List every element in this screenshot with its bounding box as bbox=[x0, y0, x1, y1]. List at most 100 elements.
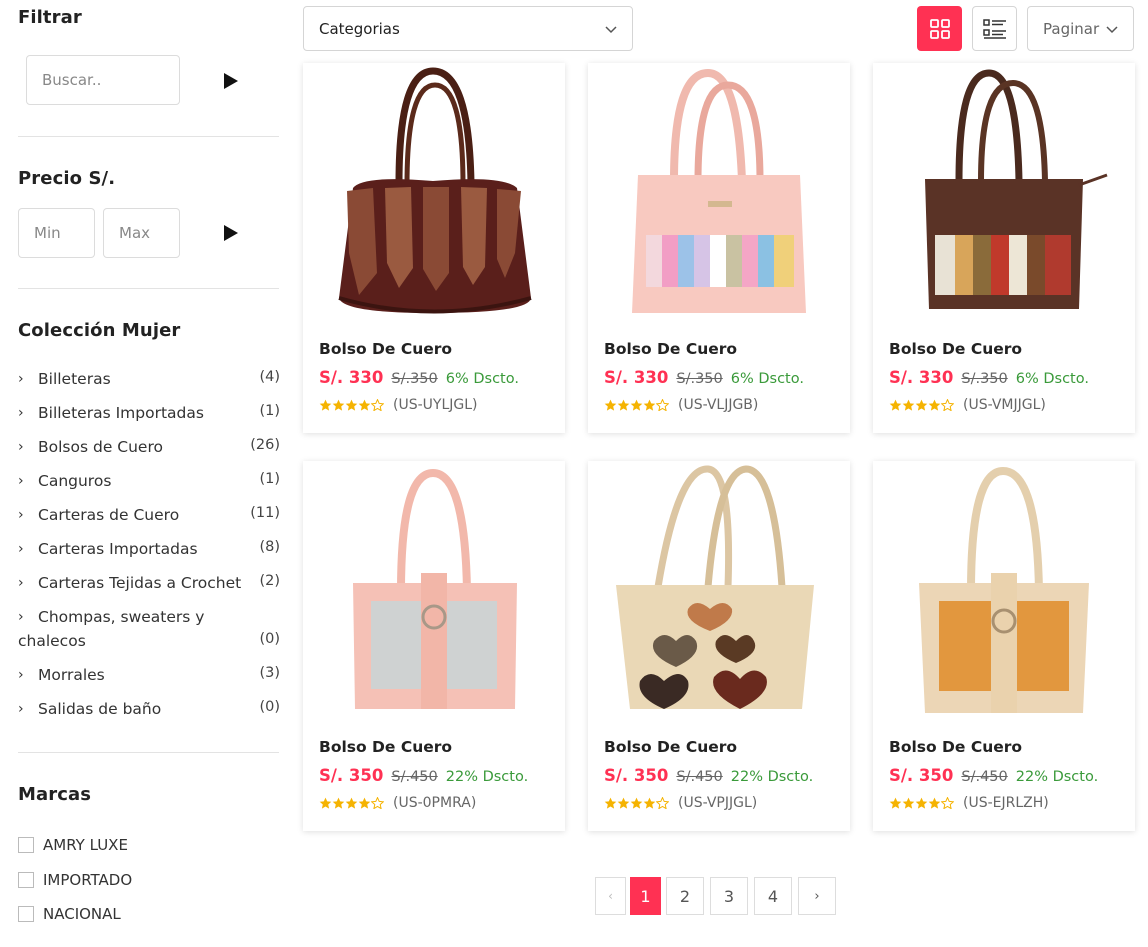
rating-row: (US-VMJJGL) bbox=[889, 397, 1046, 413]
star-icon bbox=[345, 797, 358, 809]
product-name[interactable]: Bolso De Cuero bbox=[319, 340, 452, 358]
product-card[interactable]: Bolso De Cuero S/. 350 S/.450 22% Dscto.… bbox=[303, 461, 565, 831]
product-image[interactable] bbox=[303, 461, 565, 726]
product-price: S/. 330 bbox=[319, 368, 384, 387]
product-old-price: S/.350 bbox=[391, 371, 438, 387]
product-code: (US-VPJJGL) bbox=[678, 795, 758, 811]
star-icon bbox=[915, 399, 928, 411]
chevron-right-icon: › bbox=[18, 701, 24, 717]
product-card[interactable]: Bolso De Cuero S/. 330 S/.350 6% Dscto. … bbox=[873, 63, 1135, 433]
star-rating bbox=[889, 797, 954, 809]
price-row: S/. 330 S/.350 6% Dscto. bbox=[319, 368, 519, 387]
category-item[interactable]: › Bolsos de Cuero (26) bbox=[18, 433, 280, 467]
product-image[interactable] bbox=[588, 461, 850, 726]
brands-title: Marcas bbox=[18, 784, 92, 805]
paginate-select[interactable]: Paginar bbox=[1027, 6, 1134, 51]
category-select[interactable]: Categorias bbox=[303, 6, 633, 51]
star-icon bbox=[889, 399, 902, 411]
star-rating bbox=[319, 399, 384, 411]
chevron-right-icon: › bbox=[18, 405, 24, 421]
search-submit-icon[interactable] bbox=[223, 72, 239, 90]
star-icon bbox=[941, 797, 954, 809]
chevron-right-icon: › bbox=[18, 507, 24, 523]
product-name[interactable]: Bolso De Cuero bbox=[889, 340, 1022, 358]
list-view-button[interactable] bbox=[972, 6, 1017, 51]
product-discount: 22% Dscto. bbox=[730, 769, 814, 785]
chevron-right-icon: › bbox=[18, 541, 24, 557]
price-row: S/. 350 S/.450 22% Dscto. bbox=[604, 766, 813, 785]
divider bbox=[18, 288, 279, 289]
pagination-prev[interactable]: ‹ bbox=[595, 877, 626, 915]
chevron-right-icon: › bbox=[18, 439, 24, 455]
chevron-right-icon: › bbox=[18, 473, 24, 489]
price-min-input[interactable] bbox=[18, 208, 95, 258]
category-count: (1) bbox=[259, 403, 280, 419]
price-row: S/. 330 S/.350 6% Dscto. bbox=[889, 368, 1089, 387]
category-item[interactable]: › Morrales (3) bbox=[18, 661, 280, 695]
category-item[interactable]: › Billeteras (4) bbox=[18, 365, 280, 399]
product-card[interactable]: Bolso De Cuero S/. 350 S/.450 22% Dscto.… bbox=[588, 461, 850, 831]
product-name[interactable]: Bolso De Cuero bbox=[604, 340, 737, 358]
star-icon bbox=[656, 399, 669, 411]
brand-checkbox[interactable]: AMRY LUXE bbox=[18, 836, 128, 854]
product-card[interactable]: Bolso De Cuero S/. 350 S/.450 22% Dscto.… bbox=[873, 461, 1135, 831]
price-row: S/. 350 S/.450 22% Dscto. bbox=[319, 766, 528, 785]
product-name[interactable]: Bolso De Cuero bbox=[319, 738, 452, 756]
category-item[interactable]: › Canguros (1) bbox=[18, 467, 280, 501]
category-item[interactable]: › Carteras de Cuero (11) bbox=[18, 501, 280, 535]
search-input[interactable] bbox=[26, 55, 180, 105]
product-price: S/. 350 bbox=[319, 766, 384, 785]
chevron-right-icon: › bbox=[18, 575, 24, 591]
category-item[interactable]: › Salidas de baño (0) bbox=[18, 695, 280, 729]
pagination-next[interactable]: › bbox=[798, 877, 836, 915]
star-icon bbox=[630, 797, 643, 809]
product-old-price: S/.450 bbox=[676, 769, 723, 785]
star-icon bbox=[371, 797, 384, 809]
category-count: (1) bbox=[259, 471, 280, 487]
checkbox[interactable] bbox=[18, 872, 34, 888]
pagination-page[interactable]: 2 bbox=[666, 877, 704, 915]
star-rating bbox=[889, 399, 954, 411]
category-item[interactable]: › Chompas, sweaters y chalecos (0) bbox=[18, 603, 280, 661]
star-icon bbox=[941, 399, 954, 411]
pagination-page[interactable]: 3 bbox=[710, 877, 748, 915]
rating-row: (US-VLJJGB) bbox=[604, 397, 758, 413]
category-list: › Billeteras (4) › Billeteras Importadas (1)… bbox=[18, 365, 280, 729]
price-max-input[interactable] bbox=[103, 208, 180, 258]
product-image[interactable] bbox=[588, 63, 850, 328]
product-image[interactable] bbox=[873, 63, 1135, 328]
product-code: (US-VLJJGB) bbox=[678, 397, 759, 413]
star-rating bbox=[319, 797, 384, 809]
category-item[interactable]: › Billeteras Importadas (1) bbox=[18, 399, 280, 433]
pagination-page[interactable]: 1 bbox=[630, 877, 661, 915]
brand-checkbox[interactable]: IMPORTADO bbox=[18, 871, 132, 889]
price-submit-icon[interactable] bbox=[223, 224, 239, 242]
checkbox[interactable] bbox=[18, 906, 34, 922]
chevron-right-icon: › bbox=[18, 371, 24, 387]
star-icon bbox=[358, 797, 371, 809]
product-name[interactable]: Bolso De Cuero bbox=[889, 738, 1022, 756]
brand-checkbox[interactable]: NACIONAL bbox=[18, 905, 121, 923]
product-old-price: S/.450 bbox=[391, 769, 438, 785]
category-item[interactable]: › Carteras Tejidas a Crochet (2) bbox=[18, 569, 280, 603]
star-icon bbox=[928, 399, 941, 411]
product-image[interactable] bbox=[873, 461, 1135, 726]
product-image[interactable] bbox=[303, 63, 565, 328]
collection-title: Colección Mujer bbox=[18, 320, 181, 341]
chevron-down-icon bbox=[1106, 26, 1118, 34]
checkbox[interactable] bbox=[18, 837, 34, 853]
star-icon bbox=[902, 399, 915, 411]
grid-view-button[interactable] bbox=[917, 6, 962, 51]
pagination-page[interactable]: 4 bbox=[754, 877, 792, 915]
category-item[interactable]: › Carteras Importadas (8) bbox=[18, 535, 280, 569]
product-discount: 22% Dscto. bbox=[445, 769, 529, 785]
product-discount: 22% Dscto. bbox=[1015, 769, 1099, 785]
product-name[interactable]: Bolso De Cuero bbox=[604, 738, 737, 756]
divider bbox=[18, 752, 279, 753]
category-count: (0) bbox=[259, 631, 280, 647]
category-count: (2) bbox=[259, 573, 280, 589]
product-code: (US-EJRLZH) bbox=[963, 795, 1049, 811]
chevron-right-icon: › bbox=[18, 609, 24, 625]
product-card[interactable]: Bolso De Cuero S/. 330 S/.350 6% Dscto. … bbox=[588, 63, 850, 433]
product-card[interactable]: Bolso De Cuero S/. 330 S/.350 6% Dscto. … bbox=[303, 63, 565, 433]
